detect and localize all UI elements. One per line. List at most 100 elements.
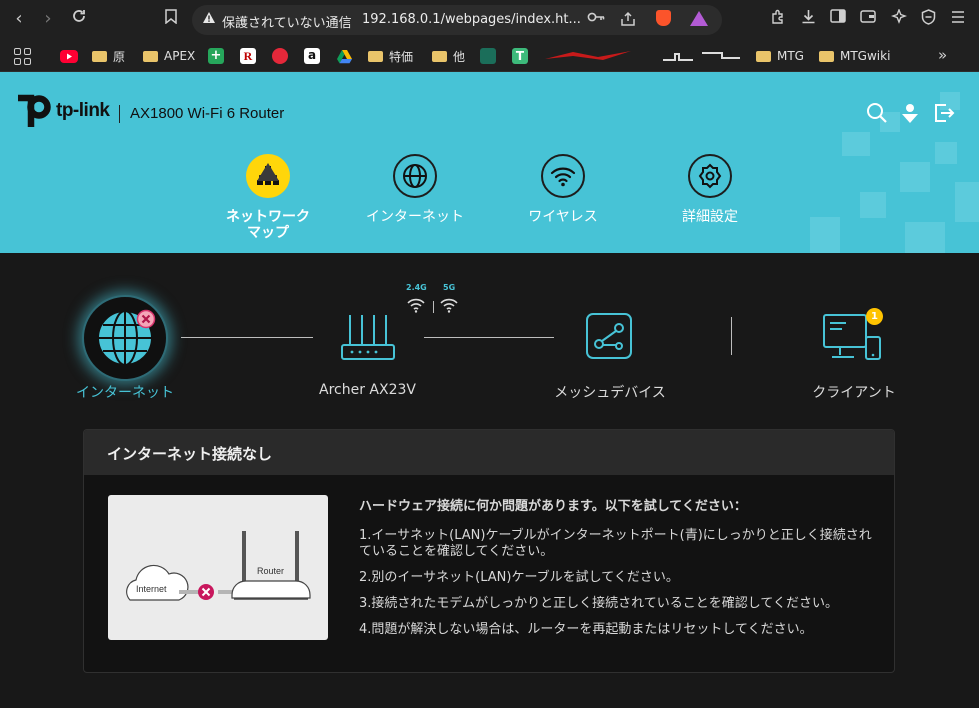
bookmark-youtube[interactable]	[60, 47, 78, 65]
bookmark-red[interactable]	[272, 47, 288, 65]
separator	[731, 317, 732, 355]
chart-favicon	[480, 48, 496, 64]
globe-icon	[393, 154, 437, 198]
tp-link-logo	[14, 94, 52, 134]
gear-icon	[688, 154, 732, 198]
wifi-icon	[541, 154, 585, 198]
status-title: インターネット接続なし	[84, 430, 894, 475]
network-topology: インターネット 2.4G 5G Archer AX23V メッシュデバイス クラ…	[0, 253, 979, 423]
bookmark-folder-gen[interactable]: 原	[92, 47, 125, 65]
tip-item: 1.イーサネット(LAN)ケーブルがインターネットポート(青)にしっかりと正しく…	[359, 528, 872, 559]
bookmark-page-icon[interactable]	[160, 8, 182, 30]
wallet-icon[interactable]	[858, 9, 878, 27]
folder-icon	[819, 50, 834, 62]
bookmark-drive[interactable]	[336, 47, 353, 65]
bookmark-R[interactable]: R	[240, 47, 256, 65]
folder-icon	[432, 50, 447, 62]
apps-grid-icon[interactable]	[14, 48, 31, 65]
search-icon[interactable]	[866, 102, 888, 124]
leo-ai-icon[interactable]	[889, 8, 909, 29]
bookmark-amazon[interactable]: a	[304, 47, 320, 65]
folder-icon	[143, 50, 158, 62]
bookmark-folder-mtg[interactable]: MTG	[756, 47, 804, 65]
r-favicon: R	[240, 48, 256, 64]
disconnected-icon	[136, 309, 156, 329]
tab-label: ワイヤレス	[528, 209, 598, 225]
bookmark-T[interactable]: T	[512, 47, 528, 65]
bookmark-label: 他	[453, 49, 466, 64]
bookmark-chart[interactable]	[480, 47, 496, 65]
internet-label[interactable]: インターネット	[60, 382, 190, 402]
folder-icon	[92, 50, 107, 62]
illustration-router-label: Router	[257, 566, 285, 576]
extensions-icon[interactable]	[768, 9, 788, 29]
status-card: インターネット接続なし Internet Router ハードウェア接続に何か問…	[83, 429, 895, 673]
bookmark-green-plus[interactable]: +	[208, 47, 224, 65]
folder-icon	[368, 50, 383, 62]
browser-toolbar: ‹ › 保護されていない通信 192.168.0.1/webpages/inde…	[0, 0, 979, 40]
client-count-badge: 1	[866, 308, 883, 325]
warning-icon[interactable]	[202, 11, 216, 28]
connection-line	[181, 337, 313, 338]
share-icon[interactable]	[620, 11, 636, 30]
reload-icon[interactable]	[68, 8, 90, 30]
tab-label: 詳細設定	[682, 209, 738, 225]
vpn-icon[interactable]	[918, 9, 938, 29]
router-label[interactable]: Archer AX23V	[300, 382, 435, 398]
bookmark-label: APEX	[164, 49, 196, 63]
tip-item: 3.接続されたモデムがしっかりと正しく接続されていることを確認してください。	[359, 596, 838, 611]
key-icon[interactable]	[587, 11, 605, 27]
mesh-device-icon[interactable]	[585, 312, 633, 360]
bookmark-label: 特価	[389, 49, 414, 64]
bookmark-decorative-1[interactable]	[543, 47, 633, 65]
bookmark-folder-other[interactable]: 他	[432, 47, 465, 65]
bookmark-label: MTG	[777, 49, 804, 63]
illustration-internet-label: Internet	[136, 584, 167, 594]
red-favicon	[272, 48, 288, 64]
sidebar-icon[interactable]	[828, 9, 848, 27]
router-model-title: AX1800 Wi-Fi 6 Router	[130, 105, 285, 122]
url-text[interactable]: 192.168.0.1/webpages/index.ht...	[362, 12, 581, 27]
logo-divider	[119, 105, 120, 123]
forward-icon[interactable]: ›	[37, 8, 59, 30]
back-icon[interactable]: ‹	[8, 8, 30, 30]
tab-label: ネットワーク マップ	[226, 209, 310, 241]
plus-favicon: +	[208, 48, 224, 64]
brave-rewards-icon[interactable]	[690, 11, 708, 26]
more-bookmarks-icon[interactable]: »	[938, 46, 947, 64]
bookmark-decorative-2[interactable]	[662, 47, 742, 65]
bookmark-folder-apex[interactable]: APEX	[143, 47, 195, 65]
tab-wireless[interactable]: ワイヤレス	[503, 154, 623, 225]
client-label[interactable]: クライアント	[795, 382, 913, 402]
white-logo-icon	[663, 52, 740, 61]
band-24g-label: 2.4G	[406, 283, 427, 292]
internet-node[interactable]	[82, 295, 168, 381]
menu-icon[interactable]	[948, 9, 968, 27]
tip-item: 4.問題が解決しない場合は、ルーターを再起動またはリセットしてください。	[359, 622, 813, 637]
wifi-5g-icon[interactable]	[439, 297, 459, 313]
user-download-icon[interactable]	[899, 102, 921, 124]
amazon-icon: a	[304, 48, 320, 64]
tab-label: インターネット	[366, 209, 464, 225]
router-icon[interactable]	[338, 311, 398, 363]
brave-shields-icon[interactable]	[656, 10, 671, 26]
brand-name: tp-link	[56, 100, 110, 121]
tab-advanced[interactable]: 詳細設定	[650, 154, 770, 225]
wifi-24g-icon[interactable]	[406, 297, 426, 313]
red-logo-icon	[545, 51, 631, 60]
tips-title: ハードウェア接続に何か問題があります。以下を試してください：	[359, 499, 747, 514]
tab-internet[interactable]: インターネット	[355, 154, 475, 225]
connection-line	[424, 337, 554, 338]
mesh-label[interactable]: メッシュデバイス	[545, 382, 675, 402]
bookmark-folder-tokka[interactable]: 特価	[368, 47, 413, 65]
tip-item: 2.別のイーサネット(LAN)ケーブルを試してください。	[359, 570, 679, 585]
youtube-icon	[60, 49, 78, 63]
logout-icon[interactable]	[933, 102, 955, 124]
address-bar[interactable]: 保護されていない通信 192.168.0.1/webpages/index.ht…	[192, 5, 722, 35]
bookmark-folder-mtgwiki[interactable]: MTGwiki	[819, 47, 890, 65]
insecure-label[interactable]: 保護されていない通信	[222, 12, 352, 31]
google-drive-icon	[337, 49, 352, 63]
connection-illustration: Internet Router	[108, 495, 328, 640]
active-tab-pointer	[257, 163, 279, 181]
download-icon[interactable]	[798, 9, 818, 28]
